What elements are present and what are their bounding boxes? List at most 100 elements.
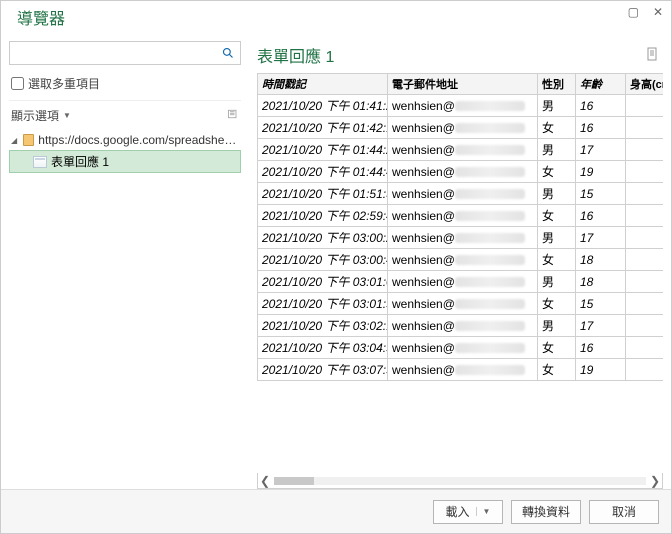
tree-root[interactable]: ◢ https://docs.google.com/spreadsheets/d… [9, 130, 241, 150]
cell-email: wenhsien@ [388, 205, 538, 227]
cell-sex: 女 [538, 249, 576, 271]
search-input[interactable] [10, 42, 216, 64]
cell-timestamp: 2021/10/20 下午 03:07:56 [258, 359, 388, 381]
select-multiple-row[interactable]: 選取多重項目 [9, 71, 241, 96]
tree-item-sheet[interactable]: 表單回應 1 [9, 150, 241, 173]
preview-title: 表單回應 1 [257, 43, 334, 67]
cell-email: wenhsien@ [388, 161, 538, 183]
table-row[interactable]: 2021/10/20 下午 03:02:18wenhsien@男17 [258, 315, 664, 337]
cell-timestamp: 2021/10/20 下午 03:01:09 [258, 271, 388, 293]
window-controls: ▢ ✕ [626, 5, 665, 19]
col-email[interactable]: 電子郵件地址 [388, 74, 538, 95]
scroll-track[interactable] [274, 477, 646, 485]
cell-height [626, 359, 664, 381]
display-options-button[interactable]: 顯示選項 ▼ [11, 107, 71, 124]
refresh-icon[interactable] [227, 108, 239, 123]
cell-height [626, 293, 664, 315]
cell-email: wenhsien@ [388, 183, 538, 205]
cell-height [626, 183, 664, 205]
preview-options-icon[interactable] [647, 47, 659, 64]
cell-age: 16 [576, 117, 626, 139]
cell-timestamp: 2021/10/20 下午 03:01:53 [258, 293, 388, 315]
cell-height [626, 337, 664, 359]
cell-height [626, 315, 664, 337]
cancel-button[interactable]: 取消 [589, 500, 659, 524]
col-height[interactable]: 身高(cm) [626, 74, 664, 95]
search-box [9, 41, 241, 65]
search-icon[interactable] [216, 42, 240, 64]
col-age[interactable]: 年齡 [576, 74, 626, 95]
cell-height [626, 205, 664, 227]
table-row[interactable]: 2021/10/20 下午 02:59:49wenhsien@女16 [258, 205, 664, 227]
cell-timestamp: 2021/10/20 下午 03:02:18 [258, 315, 388, 337]
col-sex[interactable]: 性別 [538, 74, 576, 95]
cell-age: 17 [576, 139, 626, 161]
table-row[interactable]: 2021/10/20 下午 01:44:47wenhsien@女19 [258, 161, 664, 183]
cell-email: wenhsien@ [388, 337, 538, 359]
cell-timestamp: 2021/10/20 下午 03:00:27 [258, 227, 388, 249]
table-row[interactable]: 2021/10/20 下午 03:00:27wenhsien@男17 [258, 227, 664, 249]
cell-timestamp: 2021/10/20 下午 01:41:27 [258, 95, 388, 117]
preview-header: 表單回應 1 [257, 41, 663, 73]
cell-timestamp: 2021/10/20 下午 03:04:53 [258, 337, 388, 359]
cell-age: 16 [576, 95, 626, 117]
close-icon[interactable]: ✕ [651, 5, 665, 19]
table-header-row: 時間戳記 電子郵件地址 性別 年齡 身高(cm) [258, 74, 664, 95]
right-pane: 表單回應 1 時間戳記 電子郵件地址 性別 年齡 身高(cm) 2021/10/… [249, 41, 663, 489]
cell-sex: 女 [538, 205, 576, 227]
cell-sex: 男 [538, 227, 576, 249]
table-row[interactable]: 2021/10/20 下午 03:07:56wenhsien@女19 [258, 359, 664, 381]
cell-height [626, 117, 664, 139]
source-tree: ◢ https://docs.google.com/spreadsheets/d… [9, 130, 241, 489]
cell-sex: 女 [538, 117, 576, 139]
table-row[interactable]: 2021/10/20 下午 01:44:21wenhsien@男17 [258, 139, 664, 161]
table-row[interactable]: 2021/10/20 下午 01:41:27wenhsien@男16 [258, 95, 664, 117]
cell-height [626, 271, 664, 293]
footer: 載入 ▼ 轉換資料 取消 [1, 489, 671, 533]
table-row[interactable]: 2021/10/20 下午 03:01:09wenhsien@男18 [258, 271, 664, 293]
scroll-left-icon[interactable]: ❮ [260, 474, 270, 488]
tree-item-label: 表單回應 1 [51, 153, 109, 170]
select-multiple-label: 選取多重項目 [28, 75, 100, 92]
cell-email: wenhsien@ [388, 249, 538, 271]
collapse-icon[interactable]: ◢ [11, 136, 19, 145]
chevron-down-icon: ▼ [63, 111, 71, 120]
cell-timestamp: 2021/10/20 下午 01:44:21 [258, 139, 388, 161]
cell-age: 19 [576, 359, 626, 381]
display-options-row: 顯示選項 ▼ [9, 100, 241, 128]
cell-age: 19 [576, 161, 626, 183]
transform-button[interactable]: 轉換資料 [511, 500, 581, 524]
cell-email: wenhsien@ [388, 95, 538, 117]
cell-email: wenhsien@ [388, 227, 538, 249]
col-timestamp[interactable]: 時間戳記 [258, 74, 388, 95]
content: 選取多重項目 顯示選項 ▼ ◢ https://docs.google.com/… [1, 33, 671, 489]
cell-age: 18 [576, 271, 626, 293]
maximize-icon[interactable]: ▢ [626, 5, 641, 19]
cell-height [626, 227, 664, 249]
cell-sex: 男 [538, 95, 576, 117]
table-row[interactable]: 2021/10/20 下午 03:04:53wenhsien@女16 [258, 337, 664, 359]
scroll-right-icon[interactable]: ❯ [650, 474, 660, 488]
load-button[interactable]: 載入 ▼ [433, 500, 503, 524]
table-row[interactable]: 2021/10/20 下午 03:00:48wenhsien@女18 [258, 249, 664, 271]
table-row[interactable]: 2021/10/20 下午 01:51:34wenhsien@男15 [258, 183, 664, 205]
cell-timestamp: 2021/10/20 下午 01:51:34 [258, 183, 388, 205]
cell-age: 18 [576, 249, 626, 271]
cell-sex: 男 [538, 315, 576, 337]
cell-email: wenhsien@ [388, 271, 538, 293]
titlebar: 導覽器 ▢ ✕ [1, 1, 671, 33]
preview-table: 時間戳記 電子郵件地址 性別 年齡 身高(cm) 2021/10/20 下午 0… [257, 73, 663, 381]
table-row[interactable]: 2021/10/20 下午 03:01:53wenhsien@女15 [258, 293, 664, 315]
cell-age: 16 [576, 205, 626, 227]
chevron-down-icon[interactable]: ▼ [476, 507, 491, 516]
table-row[interactable]: 2021/10/20 下午 01:42:12wenhsien@女16 [258, 117, 664, 139]
cell-age: 17 [576, 315, 626, 337]
cell-sex: 女 [538, 293, 576, 315]
scroll-thumb[interactable] [274, 477, 314, 485]
cell-height [626, 249, 664, 271]
select-multiple-checkbox[interactable] [11, 77, 24, 90]
cell-timestamp: 2021/10/20 下午 01:42:12 [258, 117, 388, 139]
cell-sex: 女 [538, 161, 576, 183]
horizontal-scrollbar[interactable]: ❮ ❯ [257, 473, 663, 489]
cell-sex: 女 [538, 337, 576, 359]
